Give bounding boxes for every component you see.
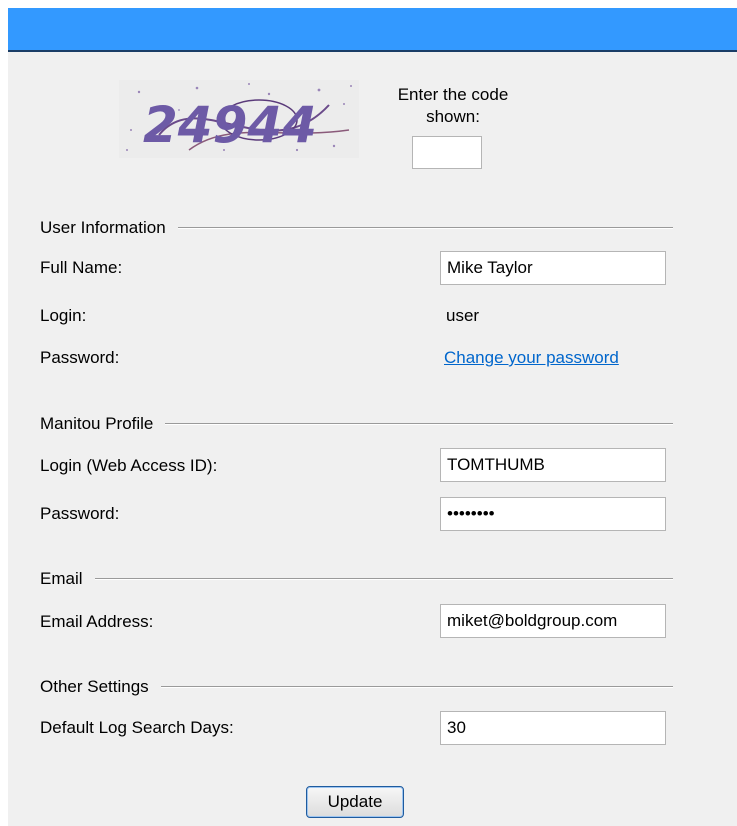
title-bar [8,8,737,52]
log-search-days-label: Default Log Search Days: [40,718,234,737]
section-title: Other Settings [40,677,149,696]
captcha-image: 24944 [119,80,359,158]
section-divider [160,686,673,688]
section-title: Manitou Profile [40,414,154,433]
section-title: Email [40,569,83,588]
password-label: Password: [40,348,120,367]
manitou-password-input[interactable] [440,497,666,531]
settings-panel [8,52,737,826]
login-label: Login: [40,306,87,325]
email-label: Email Address: [40,612,154,631]
section-other-settings: Other Settings [40,675,673,699]
section-divider [94,578,673,580]
change-password-link[interactable]: Change your password [444,348,619,368]
web-access-id-input[interactable] [440,448,666,482]
section-manitou-profile: Manitou Profile [40,412,673,436]
captcha-graphic: 24944 [119,80,359,158]
email-input[interactable] [440,604,666,638]
section-email: Email [40,567,673,591]
log-search-days-input[interactable] [440,711,666,745]
manitou-password-label: Password: [40,504,120,523]
captcha-prompt: Enter the code shown: [397,85,509,126]
full-name-input[interactable] [440,251,666,285]
section-user-information: User Information [40,216,673,240]
web-access-id-label: Login (Web Access ID): [40,456,218,475]
section-divider [177,227,673,229]
login-value: user [446,306,480,325]
captcha-text: 24944 [143,96,317,154]
section-divider [165,423,673,425]
update-button[interactable]: Update [306,786,404,818]
section-title: User Information [40,218,166,237]
captcha-input[interactable] [412,136,482,169]
full-name-label: Full Name: [40,258,123,277]
